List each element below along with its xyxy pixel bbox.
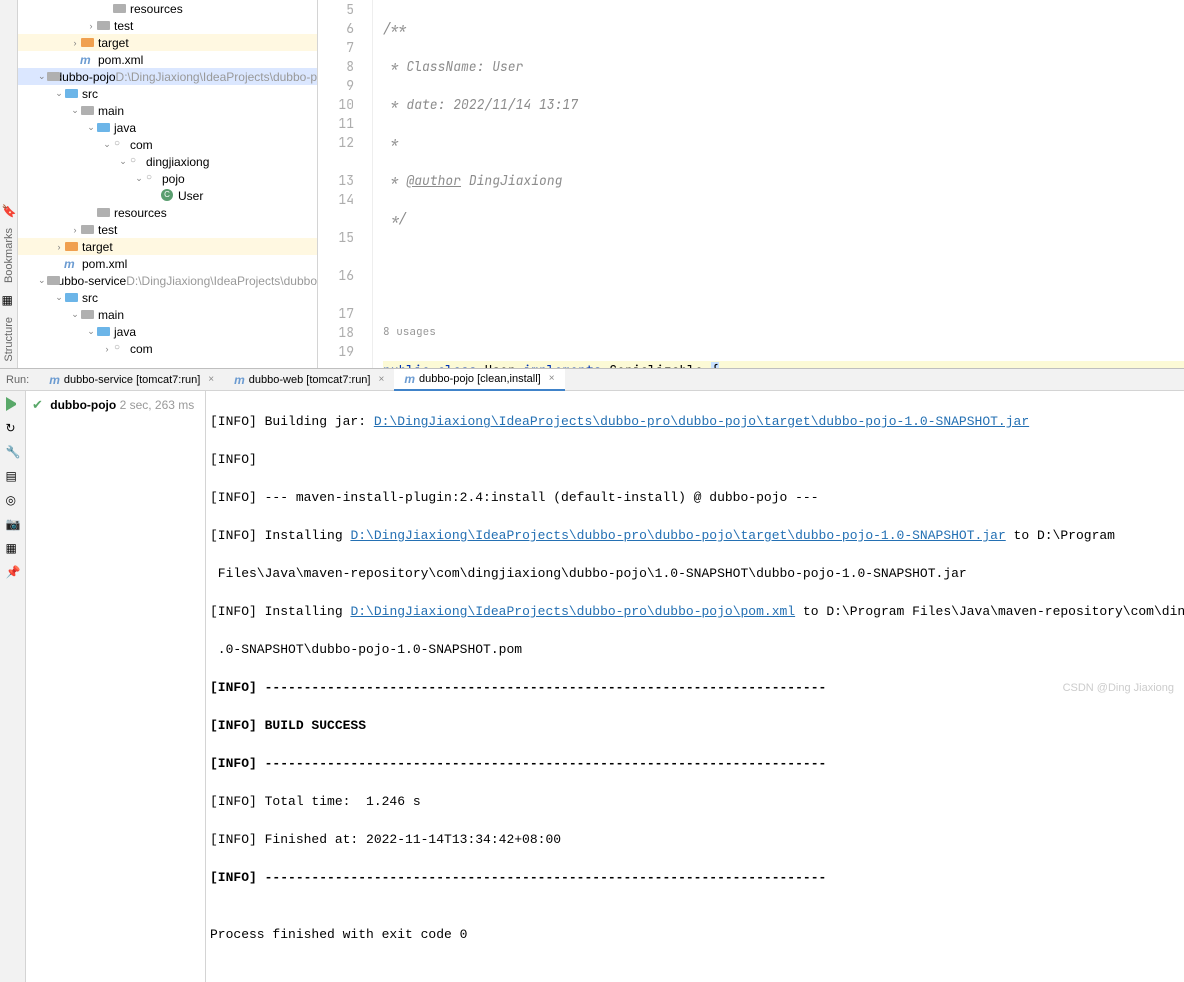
grid-icon[interactable]: ▦ xyxy=(6,541,20,555)
console-line: [INFO] ---------------------------------… xyxy=(210,678,1184,697)
run-tab[interactable]: mdubbo-web [tomcat7:run]× xyxy=(224,369,394,391)
jar-link[interactable]: D:\DingJiaxiong\IdeaProjects\dubbo-pro\d… xyxy=(374,414,1029,429)
tree-row[interactable]: ›test xyxy=(18,221,317,238)
code-line: * ClassName: User xyxy=(383,57,1184,76)
jar-link[interactable]: D:\DingJiaxiong\IdeaProjects\dubbo-pro\d… xyxy=(350,528,1005,543)
tree-row[interactable]: ›com xyxy=(18,340,317,357)
pin-icon[interactable]: 📌 xyxy=(6,565,20,579)
tree-row[interactable]: resources xyxy=(18,204,317,221)
run-status[interactable]: ✔ dubbo-pojo 2 sec, 263 ms xyxy=(26,391,206,982)
tree-row[interactable]: ⌄com xyxy=(18,136,317,153)
tree-row[interactable]: ⌄pojo xyxy=(18,170,317,187)
tree-row[interactable]: ›target xyxy=(18,238,317,255)
tree-row[interactable]: mpom.xml xyxy=(18,255,317,272)
tree-row[interactable]: ⌄dubbo-pojo D:\DingJiaxiong\IdeaProjects… xyxy=(18,68,317,85)
close-icon[interactable]: × xyxy=(378,374,384,385)
run-tab[interactable]: mdubbo-service [tomcat7:run]× xyxy=(39,369,224,391)
tree-row[interactable]: ⌄src xyxy=(18,289,317,306)
tree-row[interactable]: resources xyxy=(18,0,317,17)
tree-row[interactable]: CUser xyxy=(18,187,317,204)
console-line: [INFO] xyxy=(210,450,1184,469)
run-tab[interactable]: mdubbo-pojo [clean,install]× xyxy=(394,369,564,391)
console-line: Files\Java\maven-repository\com\dingjiax… xyxy=(210,564,1184,583)
run-duration: 2 sec, 263 ms xyxy=(120,398,195,412)
camera-icon[interactable]: 📷 xyxy=(6,517,20,531)
console-line: Process finished with exit code 0 xyxy=(210,925,1184,944)
bookmarks-tab[interactable]: Bookmarks xyxy=(3,222,15,289)
run-header: Run: mdubbo-service [tomcat7:run]×mdubbo… xyxy=(0,369,1184,391)
code-editor[interactable]: 5678910111213141516171819 /** * ClassNam… xyxy=(318,0,1184,368)
structure-icon[interactable]: ▦ xyxy=(2,293,16,307)
run-toolbar: ↻ 🔧 ▤ ◎ 📷 ▦ 📌 xyxy=(0,391,26,982)
code-line: * @author DingJiaxiong xyxy=(383,171,1184,190)
tree-row[interactable]: ⌄dubbo-service D:\DingJiaxiong\IdeaProje… xyxy=(18,272,317,289)
code-line: public class User implements Serializabl… xyxy=(383,361,1184,368)
run-icon[interactable] xyxy=(6,397,20,411)
gutter: 5678910111213141516171819 xyxy=(318,0,373,368)
rerun-icon[interactable]: ↻ xyxy=(6,421,20,435)
usages-hint[interactable]: 8 usages xyxy=(383,323,1184,342)
console-line: [INFO] Total time: 1.246 s xyxy=(210,792,1184,811)
console-line: [INFO] BUILD SUCCESS xyxy=(210,716,1184,735)
close-icon[interactable]: × xyxy=(208,374,214,385)
pom-link[interactable]: D:\DingJiaxiong\IdeaProjects\dubbo-pro\d… xyxy=(350,604,795,619)
close-icon[interactable]: × xyxy=(549,373,555,384)
console-line: [INFO] Finished at: 2022-11-14T13:34:42+… xyxy=(210,830,1184,849)
console-line: [INFO] Building jar: D:\DingJiaxiong\Ide… xyxy=(210,412,1184,431)
tree-row[interactable]: ›test xyxy=(18,17,317,34)
run-label: Run: xyxy=(6,374,29,386)
left-gutter-bar: 🔖 Bookmarks ▦ Structure xyxy=(0,0,18,368)
code-line: * xyxy=(383,133,1184,152)
structure-tab[interactable]: Structure xyxy=(3,311,15,368)
layout-icon[interactable]: ▤ xyxy=(6,469,20,483)
project-tree[interactable]: resources›test›targetmpom.xml⌄dubbo-pojo… xyxy=(18,0,318,368)
console-line: [INFO] Installing D:\DingJiaxiong\IdeaPr… xyxy=(210,602,1184,621)
run-panel: Run: mdubbo-service [tomcat7:run]×mdubbo… xyxy=(0,368,1184,700)
tree-row[interactable]: mpom.xml xyxy=(18,51,317,68)
tree-row[interactable]: ›target xyxy=(18,34,317,51)
code-line xyxy=(383,247,1184,266)
run-config-name: dubbo-pojo xyxy=(50,398,116,412)
console-line: [INFO] --- maven-install-plugin:2.4:inst… xyxy=(210,488,1184,507)
code-line: * date: 2022/11/14 13:17 xyxy=(383,95,1184,114)
check-icon: ✔ xyxy=(32,397,43,412)
bookmark-icon[interactable]: 🔖 xyxy=(2,204,16,218)
tree-row[interactable]: ⌄main xyxy=(18,306,317,323)
code-line xyxy=(383,285,1184,304)
tree-row[interactable]: ⌄dingjiaxiong xyxy=(18,153,317,170)
target-icon[interactable]: ◎ xyxy=(6,493,20,507)
code-line: */ xyxy=(383,209,1184,228)
code-line: /** xyxy=(383,19,1184,38)
code-area[interactable]: /** * ClassName: User * date: 2022/11/14… xyxy=(373,0,1184,368)
console-output[interactable]: [INFO] Building jar: D:\DingJiaxiong\Ide… xyxy=(206,391,1184,982)
tree-row[interactable]: ⌄src xyxy=(18,85,317,102)
console-line: [INFO] ---------------------------------… xyxy=(210,754,1184,773)
console-line: [INFO] Installing D:\DingJiaxiong\IdeaPr… xyxy=(210,526,1184,545)
wrench-icon[interactable]: 🔧 xyxy=(6,445,20,459)
console-line: .0-SNAPSHOT\dubbo-pojo-1.0-SNAPSHOT.pom xyxy=(210,640,1184,659)
tree-row[interactable]: ⌄main xyxy=(18,102,317,119)
tree-row[interactable]: ⌄java xyxy=(18,119,317,136)
tree-row[interactable]: ⌄java xyxy=(18,323,317,340)
console-line: [INFO] ---------------------------------… xyxy=(210,868,1184,887)
